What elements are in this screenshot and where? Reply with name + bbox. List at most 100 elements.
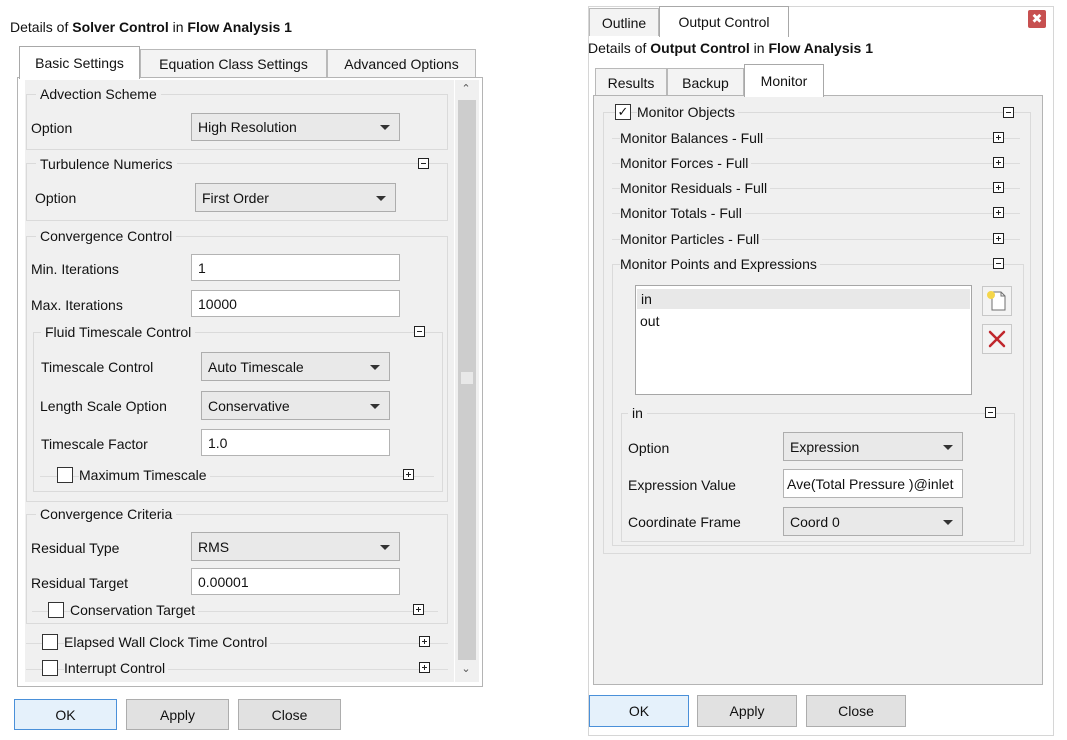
monitor-points-list[interactable]: in out bbox=[635, 285, 972, 395]
right-dialog-title: Details of Output Control in Flow Analys… bbox=[588, 40, 873, 56]
expand-icon[interactable] bbox=[403, 469, 414, 480]
turbulence-option-label: Option bbox=[35, 190, 77, 206]
in-settings-legend: in bbox=[628, 405, 647, 421]
delete-x-icon bbox=[988, 330, 1006, 348]
elapsed-wall-clock-checkbox[interactable] bbox=[42, 634, 58, 650]
new-item-button[interactable] bbox=[982, 286, 1012, 316]
monitor-forces-label: Monitor Forces - Full bbox=[620, 155, 752, 171]
coordinate-frame-select[interactable]: Coord 0 bbox=[783, 507, 963, 536]
maximum-timescale-label: Maximum Timescale bbox=[79, 467, 210, 483]
length-scale-label: Length Scale Option bbox=[40, 398, 167, 414]
scroll-up-icon[interactable]: ⌃ bbox=[458, 82, 474, 95]
monitor-balances-label: Monitor Balances - Full bbox=[620, 130, 767, 146]
residual-type-label: Residual Type bbox=[31, 540, 120, 556]
collapse-icon[interactable] bbox=[414, 326, 425, 337]
advection-option-label: Option bbox=[31, 120, 73, 136]
expr-option-select[interactable]: Expression bbox=[783, 432, 963, 461]
tab-output-control[interactable]: Output Control bbox=[659, 6, 789, 37]
advection-option-value: High Resolution bbox=[198, 119, 297, 135]
advection-option-select[interactable]: High Resolution bbox=[191, 113, 400, 141]
expand-icon[interactable] bbox=[993, 182, 1004, 193]
list-item-in[interactable]: in bbox=[637, 289, 970, 309]
delete-item-button[interactable] bbox=[982, 324, 1012, 354]
chevron-down-icon bbox=[943, 519, 953, 525]
close-icon[interactable]: ✖ bbox=[1028, 10, 1046, 28]
apply-button[interactable]: Apply bbox=[126, 699, 229, 730]
conservation-target-checkbox[interactable] bbox=[48, 602, 64, 618]
fluid-timescale-legend: Fluid Timescale Control bbox=[41, 324, 196, 340]
monitor-residuals-label: Monitor Residuals - Full bbox=[620, 180, 771, 196]
tab-monitor[interactable]: Monitor bbox=[744, 64, 824, 97]
monitor-objects-checkbox[interactable]: ✓ bbox=[615, 104, 631, 120]
new-document-icon bbox=[987, 291, 1006, 311]
close-button[interactable]: Close bbox=[806, 695, 906, 727]
expand-icon[interactable] bbox=[993, 207, 1004, 218]
expand-icon[interactable] bbox=[419, 662, 430, 673]
max-iterations-input[interactable]: 10000 bbox=[191, 290, 400, 317]
advection-scheme-legend: Advection Scheme bbox=[36, 86, 161, 102]
chevron-down-icon bbox=[376, 195, 386, 201]
expand-icon[interactable] bbox=[419, 636, 430, 647]
timescale-control-select[interactable]: Auto Timescale bbox=[201, 352, 390, 381]
expression-value-label: Expression Value bbox=[628, 477, 736, 493]
tab-results[interactable]: Results bbox=[595, 68, 667, 96]
convergence-control-legend: Convergence Control bbox=[36, 228, 177, 244]
length-scale-value: Conservative bbox=[208, 397, 290, 414]
length-scale-select[interactable]: Conservative bbox=[201, 391, 390, 420]
expand-icon[interactable] bbox=[993, 132, 1004, 143]
collapse-icon[interactable] bbox=[418, 158, 429, 169]
timescale-factor-label: Timescale Factor bbox=[41, 436, 148, 452]
expression-value-input[interactable]: Ave(Total Pressure )@inlet bbox=[783, 469, 963, 498]
turbulence-option-select[interactable]: First Order bbox=[195, 183, 396, 212]
timescale-control-value: Auto Timescale bbox=[208, 358, 304, 375]
interrupt-control-label: Interrupt Control bbox=[64, 660, 169, 676]
residual-target-label: Residual Target bbox=[31, 575, 129, 591]
timescale-factor-input[interactable]: 1.0 bbox=[201, 429, 390, 456]
residual-type-value: RMS bbox=[198, 538, 230, 555]
coordinate-frame-label: Coordinate Frame bbox=[628, 514, 741, 530]
collapse-icon[interactable] bbox=[985, 407, 996, 418]
tab-advanced-options[interactable]: Advanced Options bbox=[327, 49, 476, 77]
chevron-down-icon bbox=[370, 403, 380, 409]
list-item-out[interactable]: out bbox=[640, 311, 659, 331]
ok-button[interactable]: OK bbox=[14, 699, 117, 730]
min-iterations-label: Min. Iterations bbox=[31, 261, 119, 277]
conservation-target-label: Conservation Target bbox=[70, 602, 199, 618]
timescale-control-label: Timescale Control bbox=[41, 359, 154, 375]
scroll-grip-icon bbox=[461, 372, 473, 384]
maximum-timescale-checkbox[interactable] bbox=[57, 467, 73, 483]
tab-outline[interactable]: Outline bbox=[589, 8, 659, 36]
expand-icon[interactable] bbox=[413, 604, 424, 615]
chevron-down-icon bbox=[380, 544, 390, 550]
convergence-criteria-legend: Convergence Criteria bbox=[36, 506, 177, 522]
turbulence-numerics-legend: Turbulence Numerics bbox=[36, 156, 177, 172]
residual-target-input[interactable]: 0.00001 bbox=[191, 568, 400, 595]
residual-type-select[interactable]: RMS bbox=[191, 532, 400, 561]
expand-icon[interactable] bbox=[993, 157, 1004, 168]
turbulence-option-value: First Order bbox=[202, 189, 269, 206]
monitor-points-label: Monitor Points and Expressions bbox=[620, 256, 820, 272]
expr-option-label: Option bbox=[628, 440, 670, 456]
collapse-icon[interactable] bbox=[1003, 107, 1014, 118]
apply-button[interactable]: Apply bbox=[697, 695, 797, 727]
tab-backup[interactable]: Backup bbox=[667, 68, 744, 96]
max-iterations-label: Max. Iterations bbox=[31, 297, 123, 313]
expr-option-value: Expression bbox=[790, 438, 860, 455]
chevron-down-icon bbox=[370, 364, 380, 370]
interrupt-control-checkbox[interactable] bbox=[42, 660, 58, 676]
scroll-down-icon[interactable]: ⌄ bbox=[458, 662, 474, 675]
monitor-objects-label: Monitor Objects bbox=[637, 104, 739, 120]
expand-icon[interactable] bbox=[993, 233, 1004, 244]
monitor-totals-label: Monitor Totals - Full bbox=[620, 205, 745, 221]
chevron-down-icon bbox=[943, 444, 953, 450]
collapse-icon[interactable] bbox=[993, 258, 1004, 269]
coordinate-frame-value: Coord 0 bbox=[790, 513, 840, 530]
monitor-particles-label: Monitor Particles - Full bbox=[620, 231, 763, 247]
elapsed-wall-clock-label: Elapsed Wall Clock Time Control bbox=[64, 634, 271, 650]
close-button[interactable]: Close bbox=[238, 699, 341, 730]
ok-button[interactable]: OK bbox=[589, 695, 689, 727]
tab-equation-class-settings[interactable]: Equation Class Settings bbox=[140, 49, 327, 77]
min-iterations-input[interactable]: 1 bbox=[191, 254, 400, 281]
tab-basic-settings[interactable]: Basic Settings bbox=[19, 46, 140, 79]
chevron-down-icon bbox=[380, 125, 390, 130]
